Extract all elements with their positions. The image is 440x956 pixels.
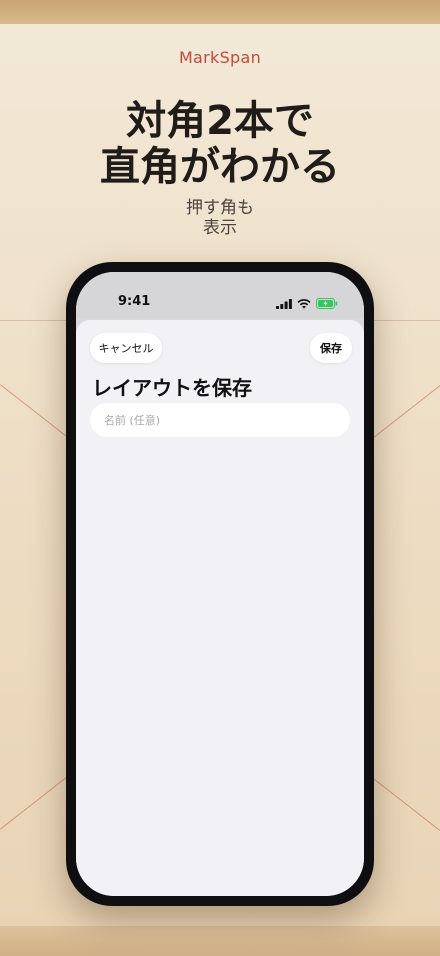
wifi-icon: [297, 294, 311, 313]
brand-name: MarkSpan: [178, 48, 262, 67]
headline-line-2: 直角がわかる: [100, 144, 340, 190]
subheadline-line-2: 表示: [203, 218, 237, 238]
status-icons: [276, 294, 338, 313]
subheadline: 押す角も 表示: [0, 198, 440, 238]
background-wood-bottom: [0, 926, 440, 956]
battery-charging-icon: [316, 294, 338, 313]
save-layout-sheet: キャンセル 保存 レイアウトを保存: [76, 320, 364, 896]
save-button[interactable]: 保存: [310, 333, 352, 363]
sheet-title: レイアウトを保存: [92, 376, 252, 400]
subheadline-line-1: 押す角も: [186, 198, 254, 218]
phone-frame: 9:41 キャンセル 保存 レイアウトを保存 名前 (任意): [66, 262, 374, 906]
status-time: 9:41: [118, 294, 151, 309]
background-wood-top: [0, 0, 440, 24]
status-bar: 9:41: [76, 272, 364, 318]
cellular-signal-icon: [276, 294, 292, 313]
layout-name-input[interactable]: [90, 403, 350, 437]
cancel-button[interactable]: キャンセル: [90, 333, 162, 363]
headline: 対角2本で 直角がわかる: [0, 98, 440, 190]
headline-line-1: 対角2本で: [126, 98, 314, 144]
phone-screen: 9:41 キャンセル 保存 レイアウトを保存 名前 (任意): [76, 272, 364, 896]
